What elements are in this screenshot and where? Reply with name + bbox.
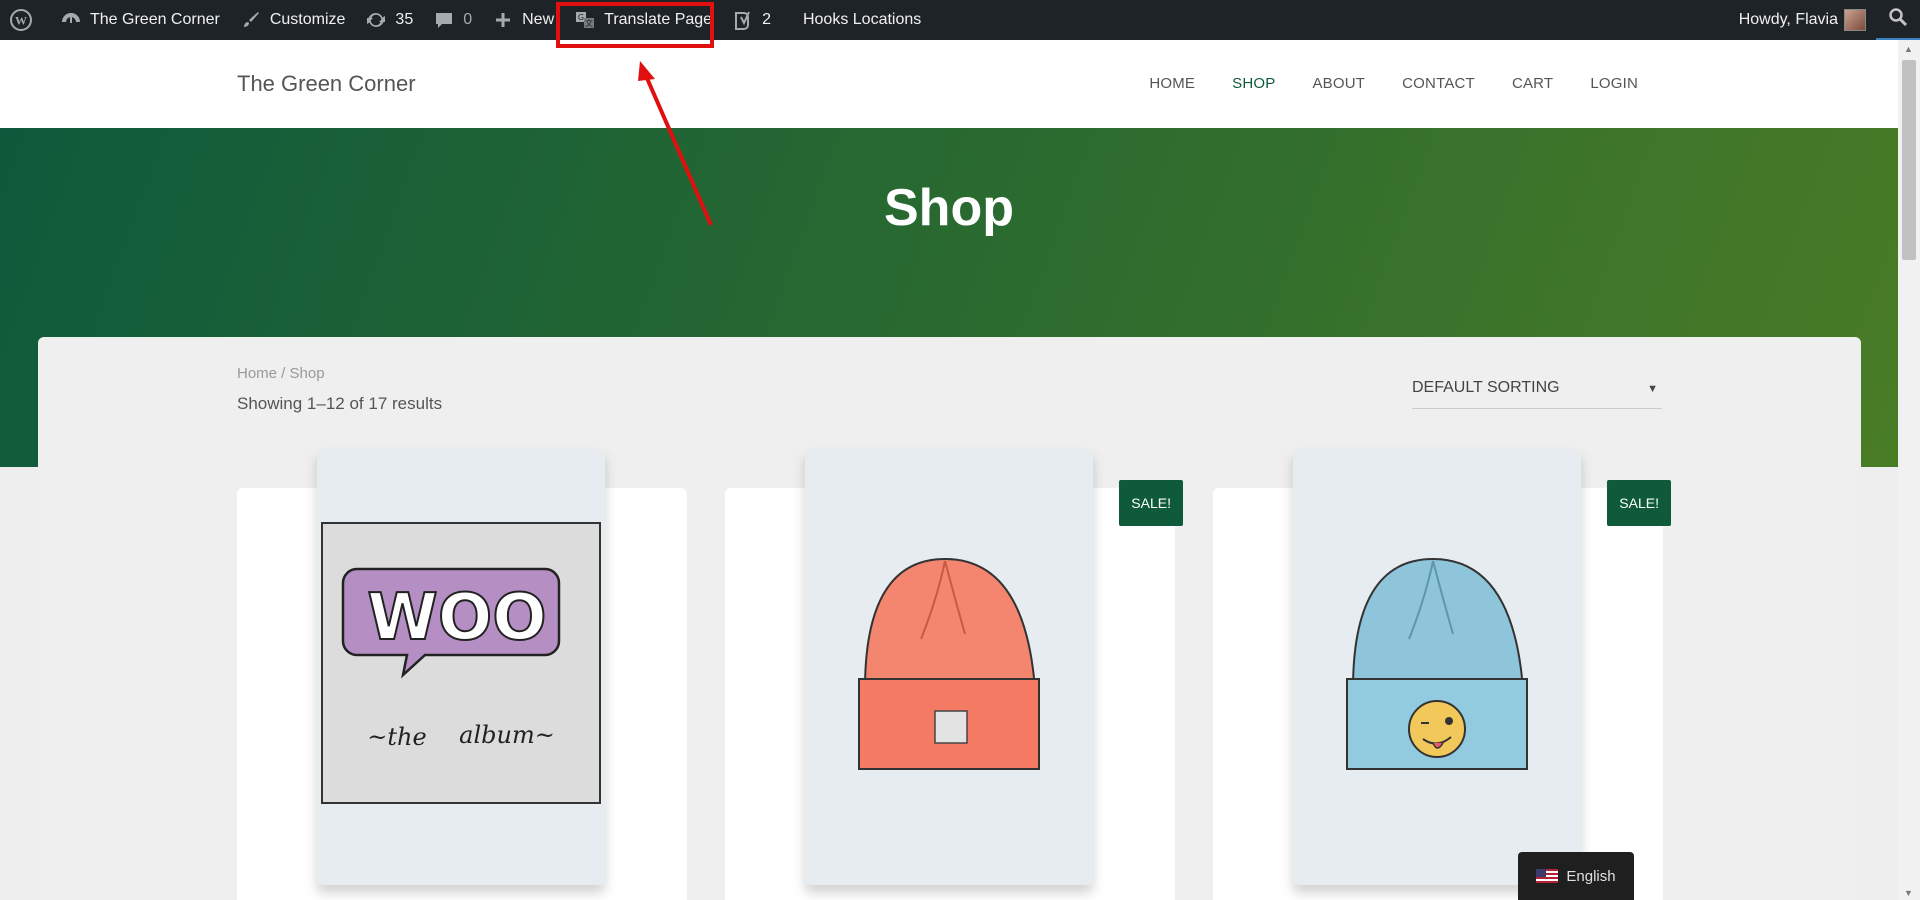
sorting-label: DEFAULT SORTING [1412,379,1560,396]
breadcrumb-current: Shop [289,365,325,382]
product-image[interactable]: WOO ~the album~ [317,449,605,885]
product-card[interactable]: WOO ~the album~ [237,449,687,900]
yoast-count: 2 [762,11,771,28]
caret-down-icon: ▼ [1647,383,1658,395]
scroll-thumb[interactable] [1902,60,1916,260]
avatar [1844,9,1866,31]
breadcrumb: Home / Shop [237,365,325,382]
customize-label: Customize [269,11,346,28]
blue-beanie-icon [1346,557,1528,770]
sale-badge: SALE! [1607,480,1671,526]
site-name-label: The Green Corner [90,11,220,28]
nav-shop[interactable]: SHOP [1232,75,1275,92]
admin-bar: W The Green Corner Customize 35 0 New G文 [0,0,1920,40]
customize-button[interactable]: Customize [230,0,356,40]
hooks-locations-label: Hooks Locations [802,11,922,28]
wordpress-icon: W [10,9,32,31]
yoast-icon [732,9,754,31]
dashboard-icon [60,9,82,31]
svg-text:WOO: WOO [367,581,546,655]
translate-page-button[interactable]: G文 Translate Page [564,0,722,40]
orange-beanie-icon [858,557,1040,770]
updates-icon [365,9,387,31]
new-content-button[interactable]: New [482,0,564,40]
svg-text:文: 文 [585,18,593,28]
product-card[interactable]: SALE! [1213,449,1671,900]
sorting-select[interactable]: DEFAULT SORTING ▼ [1412,375,1662,409]
comments-button[interactable]: 0 [423,0,482,40]
sale-badge: SALE! [1119,480,1183,526]
svg-text:G: G [578,13,584,22]
svg-text:album~: album~ [459,721,555,749]
translate-page-label: Translate Page [604,11,713,28]
site-brand[interactable]: The Green Corner [237,71,416,97]
my-account-button[interactable]: Howdy, Flavia [1729,0,1876,40]
admin-search-button[interactable] [1876,0,1920,40]
hooks-locations-button[interactable]: Hooks Locations [793,0,931,40]
plus-icon [492,9,514,31]
product-card[interactable]: SALE! [725,449,1183,900]
site-name-button[interactable]: The Green Corner [50,0,230,40]
svg-text:W: W [15,14,27,28]
nav-contact[interactable]: CONTACT [1402,75,1475,92]
shop-content: Home / Shop Showing 1–12 of 17 results D… [38,337,1861,900]
nav-about[interactable]: ABOUT [1312,75,1365,92]
translate-icon: G文 [574,9,596,31]
yoast-seo-button[interactable]: 2 [722,0,781,40]
woo-album-icon: WOO ~the album~ [321,522,601,804]
new-label: New [522,11,555,28]
paintbrush-icon [240,9,262,31]
language-switcher[interactable]: English [1518,852,1634,900]
main-nav: HOME SHOP ABOUT CONTACT CART LOGIN [1112,75,1638,92]
nav-cart[interactable]: CART [1512,75,1553,92]
language-label: English [1566,867,1616,885]
scroll-down-icon[interactable]: ▼ [1904,888,1913,898]
breadcrumb-separator: / [277,365,290,382]
nav-home[interactable]: HOME [1149,75,1195,92]
breadcrumb-home[interactable]: Home [237,365,277,382]
updates-count: 35 [395,11,414,28]
nav-login[interactable]: LOGIN [1590,75,1638,92]
product-image[interactable] [805,449,1093,885]
scroll-up-icon[interactable]: ▲ [1904,44,1913,54]
greeting-label: Howdy, Flavia [1738,11,1838,28]
page-title: Shop [884,179,1014,237]
comment-icon [433,9,455,31]
wordpress-logo-button[interactable]: W [0,0,50,40]
updates-button[interactable]: 35 [355,0,423,40]
site-header: The Green Corner HOME SHOP ABOUT CONTACT… [0,40,1898,128]
result-count: Showing 1–12 of 17 results [237,394,443,413]
svg-text:~the: ~the [367,723,426,751]
product-image[interactable] [1293,449,1581,885]
search-icon [1888,7,1908,32]
page-scrollbar[interactable]: ▲ ▼ [1898,40,1920,900]
us-flag-icon [1536,869,1559,883]
comments-count: 0 [463,11,473,28]
